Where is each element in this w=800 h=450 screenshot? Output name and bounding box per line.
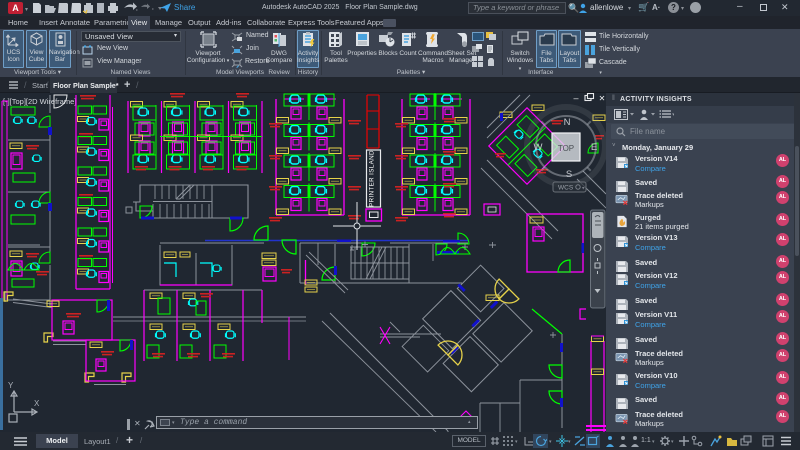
svg-text:Y: Y — [8, 381, 14, 390]
svg-text:✕: ✕ — [599, 94, 606, 103]
svg-text:WCS: WCS — [558, 185, 574, 192]
svg-text:TOP: TOP — [558, 144, 574, 153]
svg-text:N: N — [564, 117, 571, 128]
svg-text:PRINTER ISLAND: PRINTER ISLAND — [369, 150, 376, 207]
svg-text:–: – — [573, 93, 578, 103]
svg-text:S: S — [566, 169, 572, 180]
svg-text:W: W — [534, 142, 543, 153]
svg-text:E: E — [591, 142, 597, 153]
svg-text:X: X — [34, 399, 40, 408]
